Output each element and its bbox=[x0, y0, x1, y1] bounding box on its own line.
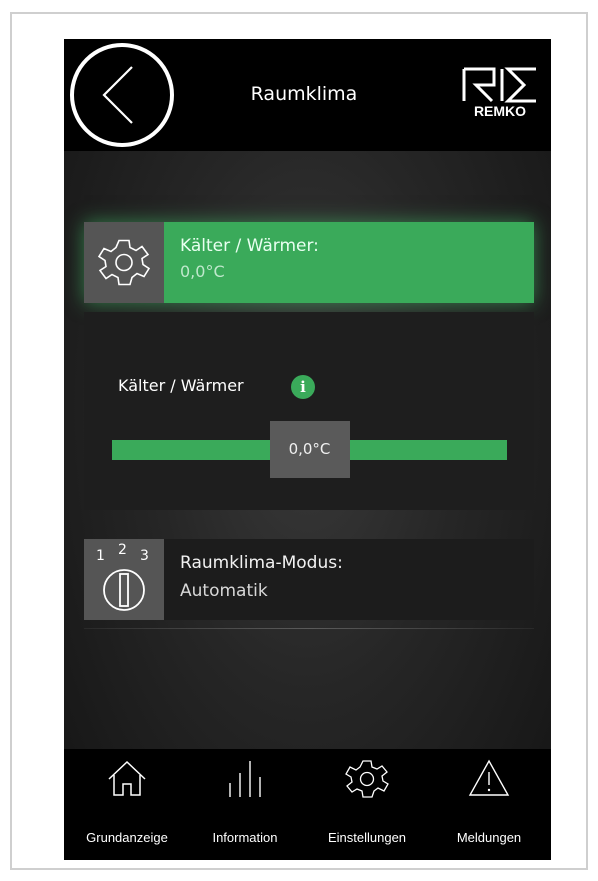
gear-icon bbox=[345, 760, 389, 798]
warning-icon bbox=[468, 759, 510, 796]
slider-label: Kälter / Wärmer bbox=[118, 376, 244, 395]
mode-icon-box: 1 2 3 bbox=[84, 539, 164, 620]
remko-logo: REMKO bbox=[462, 67, 538, 125]
bottom-nav: Grundanzeige Information Einstellungen M… bbox=[64, 749, 551, 860]
chevron-left-icon bbox=[102, 66, 133, 124]
nav-label-einstellungen: Einstellungen bbox=[327, 830, 407, 845]
remko-logo-mark bbox=[462, 67, 536, 103]
top-bar: Raumklima REMKO bbox=[64, 39, 551, 151]
nav-label-information: Information bbox=[212, 830, 278, 845]
mode-selector-icon: 1 2 3 bbox=[96, 542, 149, 611]
home-icon bbox=[108, 760, 146, 796]
back-button[interactable] bbox=[70, 43, 174, 147]
info-icon[interactable]: i bbox=[291, 375, 315, 399]
nav-meldungen[interactable]: Meldungen bbox=[434, 749, 544, 860]
setpoint-icon-box bbox=[84, 222, 164, 303]
mode-digit-3: 3 bbox=[140, 548, 149, 564]
mode-card[interactable]: 1 2 3 Raumklima-Modus: Automatik bbox=[84, 539, 534, 620]
mode-digit-2: 2 bbox=[118, 542, 127, 558]
app-screen: Raumklima REMKO Kälter / Wärmer: 0,0°C K… bbox=[64, 39, 551, 860]
setpoint-slider-panel: Kälter / Wärmer i 0,0°C bbox=[84, 312, 534, 510]
nav-label-grundanzeige: Grundanzeige bbox=[86, 830, 168, 845]
bars-icon bbox=[229, 761, 261, 797]
setpoint-value: 0,0°C bbox=[180, 262, 225, 281]
nav-information[interactable]: Information bbox=[190, 749, 300, 860]
mode-label: Raumklima-Modus: bbox=[180, 553, 343, 573]
page-title: Raumklima bbox=[250, 83, 358, 105]
setpoint-label: Kälter / Wärmer: bbox=[180, 236, 319, 256]
nav-einstellungen[interactable]: Einstellungen bbox=[312, 749, 422, 860]
logo-text: REMKO bbox=[473, 103, 527, 119]
nav-label-meldungen: Meldungen bbox=[456, 830, 522, 845]
slider-handle[interactable]: 0,0°C bbox=[269, 421, 350, 478]
gear-icon bbox=[97, 239, 151, 286]
mode-digit-1: 1 bbox=[96, 548, 105, 564]
setpoint-card[interactable]: Kälter / Wärmer: 0,0°C bbox=[84, 222, 534, 303]
mode-card-divider bbox=[84, 628, 534, 629]
mode-value: Automatik bbox=[180, 581, 268, 601]
nav-grundanzeige[interactable]: Grundanzeige bbox=[72, 749, 182, 860]
